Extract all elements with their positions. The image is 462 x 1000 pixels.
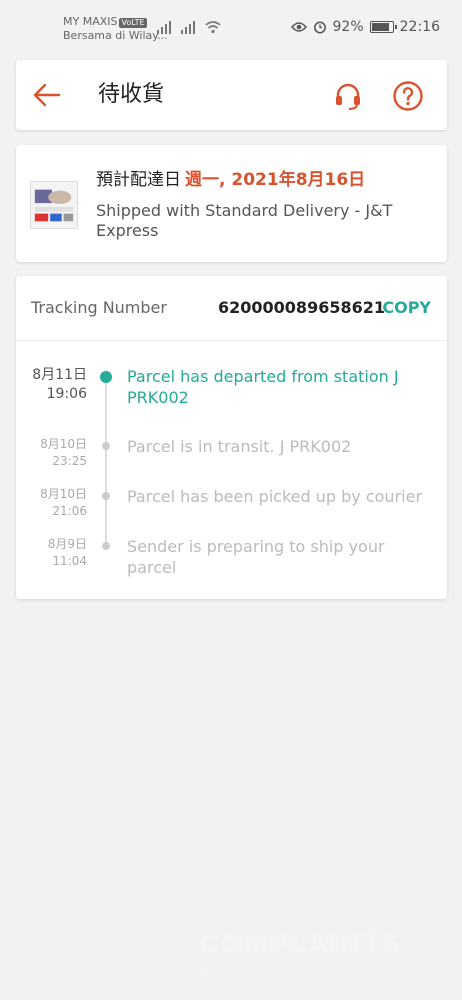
event-time: 11:04	[52, 554, 87, 568]
estimated-delivery-label: 預計配達日	[96, 170, 181, 190]
tracking-number-label: Tracking Number	[31, 298, 167, 317]
event-description: Parcel is in transit. J PRK002	[127, 437, 352, 456]
carrier-name: MY MAXIS	[63, 15, 118, 28]
signal-icon	[181, 20, 195, 34]
event-date: 8月11日	[32, 367, 87, 383]
clock: 22:16	[399, 19, 440, 35]
event-description: Parcel has been picked up by courier	[127, 487, 423, 506]
headset-icon[interactable]	[332, 80, 364, 112]
copy-button[interactable]: COPY	[382, 298, 431, 317]
event-time: 23:25	[52, 454, 87, 468]
event-time: 21:06	[52, 504, 87, 518]
event-datetime: 8月10日 23:25	[40, 436, 87, 470]
battery-icon	[369, 21, 397, 33]
delivery-info-card[interactable]: 預計配達日 週一, 2021年8月16日 Shipped with Standar…	[16, 145, 447, 262]
tracking-card: Tracking Number 620000089658621 COPY 8月1…	[16, 276, 447, 599]
estimated-delivery: 預計配達日 週一, 2021年8月16日	[96, 169, 365, 191]
timeline-dot-active	[100, 371, 112, 383]
signal-indicators	[157, 20, 221, 34]
event-datetime: 8月9日 11:04	[48, 536, 87, 570]
event-date: 8月10日	[40, 437, 87, 451]
event-datetime: 8月11日 19:06	[32, 366, 87, 404]
battery-percent: 92%	[332, 19, 364, 35]
estimated-delivery-date: 週一, 2021年8月16日	[185, 170, 366, 190]
eye-icon	[290, 22, 307, 32]
event-date: 8月9日	[47, 537, 87, 551]
tracking-number-row: Tracking Number 620000089658621 COPY	[16, 276, 447, 341]
timeline-dot	[102, 492, 110, 500]
event-datetime: 8月10日 21:06	[40, 486, 87, 520]
signal-icon	[157, 20, 171, 34]
event-description: Sender is preparing to ship your parcel	[127, 537, 385, 577]
wifi-icon	[205, 21, 221, 34]
timeline-dot	[102, 542, 110, 550]
watermark: COMPLAINTS BOARD	[200, 930, 430, 990]
carrier-subtitle: Bersama di Wilay...	[63, 29, 168, 42]
carrier-info: MY MAXIS VoLTE Bersama di Wilay...	[63, 15, 168, 43]
tracking-event: 8月9日 11:04 Sender is preparing to ship y…	[16, 536, 447, 580]
status-right: 92% 22:16	[290, 19, 440, 35]
page-title: 待收貨	[98, 82, 165, 107]
header-bar: 待收貨	[16, 60, 447, 130]
product-thumbnail	[30, 181, 78, 229]
shipping-method: Shipped with Standard Delivery - J&T Exp…	[96, 201, 393, 240]
tracking-event: 8月10日 21:06 Parcel has been picked up by…	[16, 486, 447, 526]
tracking-event: 8月11日 19:06 Parcel has departed from sta…	[16, 366, 447, 410]
watermark-line2: BOARD	[200, 960, 288, 979]
tracking-event: 8月10日 23:25 Parcel is in transit. J PRK0…	[16, 436, 447, 476]
question-circle-icon[interactable]	[392, 80, 424, 112]
alarm-icon	[313, 21, 326, 34]
watermark-line1: COMPLAINTS	[200, 930, 401, 960]
event-time: 19:06	[46, 386, 87, 402]
tracking-number-value: 620000089658621	[218, 298, 385, 317]
event-description: Parcel has departed from station J PRK00…	[127, 367, 399, 407]
event-date: 8月10日	[40, 487, 87, 501]
arrow-left-icon[interactable]	[32, 80, 62, 110]
volte-badge: VoLTE	[119, 18, 147, 28]
status-bar: MY MAXIS VoLTE Bersama di Wilay... 92% 22…	[0, 0, 462, 50]
timeline-dot	[102, 442, 110, 450]
